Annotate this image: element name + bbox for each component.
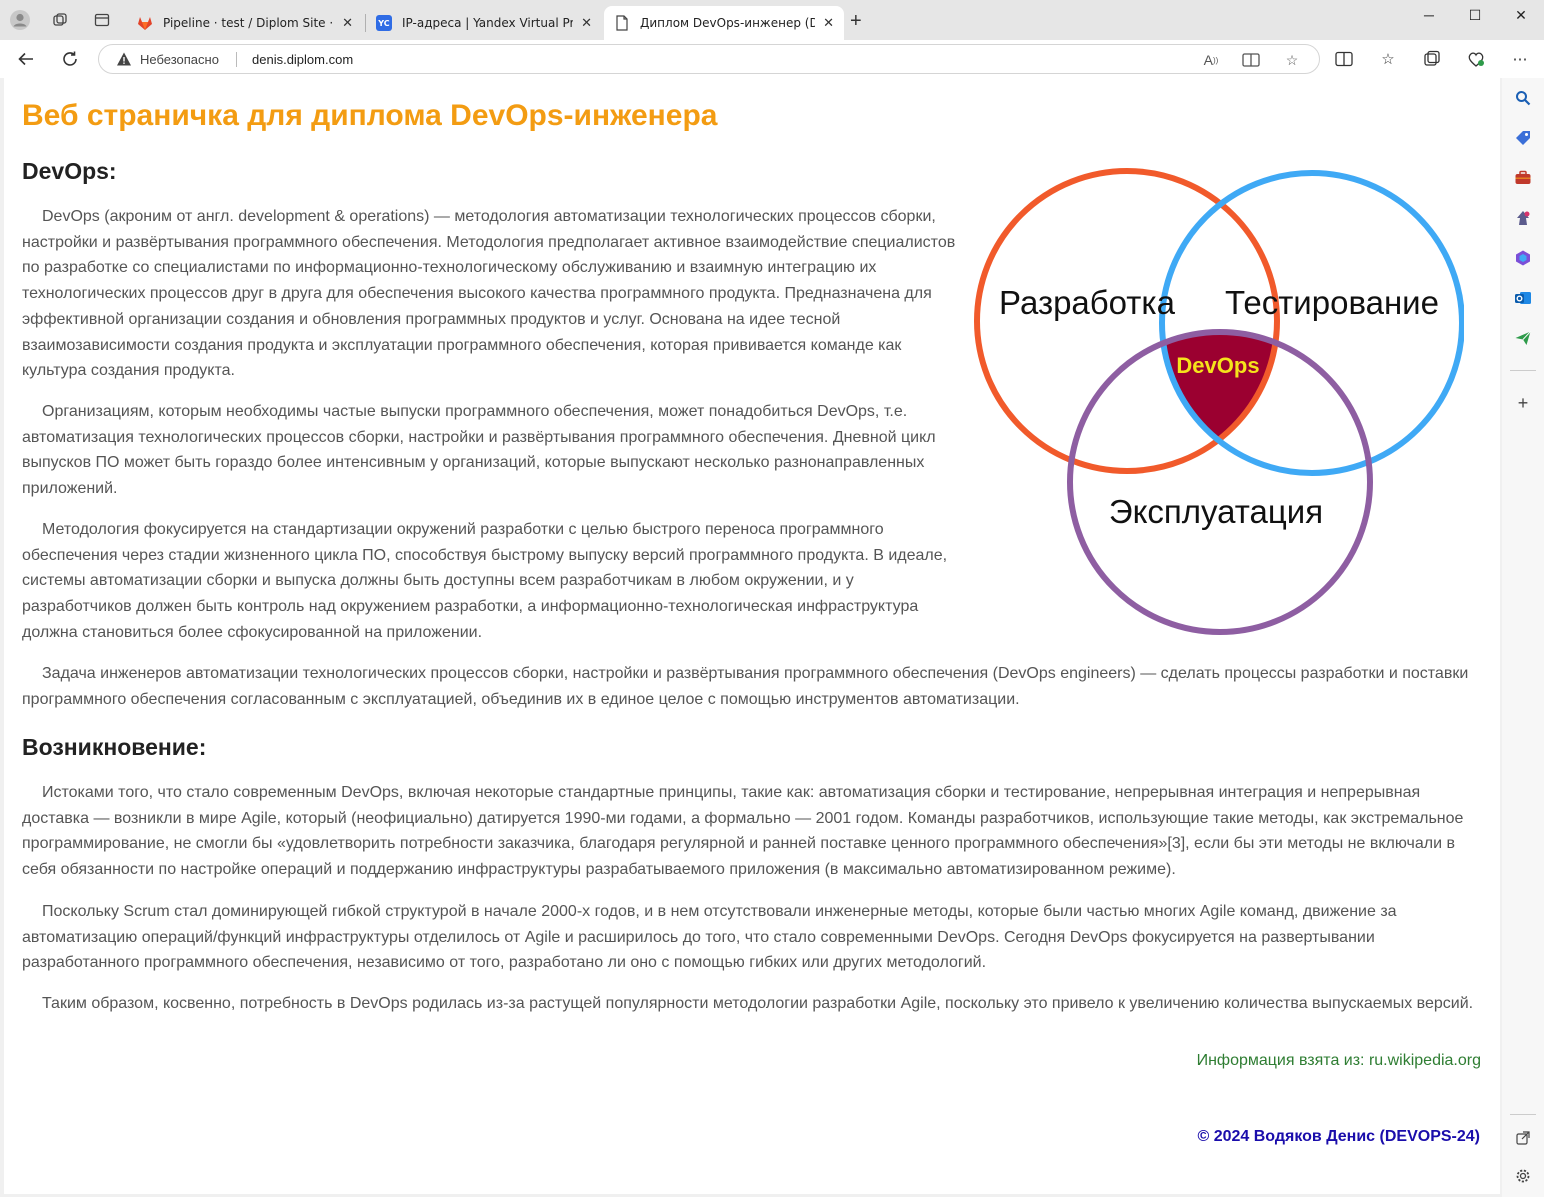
page-content: Веб страничка для диплома DevOps-инженер… — [4, 78, 1500, 1194]
tab-strip: Pipeline · test / Diplom Site · GitLab ✕… — [0, 0, 1544, 40]
testing-circle — [1159, 170, 1464, 476]
close-tab-icon[interactable]: ✕ — [342, 16, 353, 31]
more-menu-icon[interactable]: ⋯ — [1510, 49, 1530, 69]
devops-venn-diagram: Разработка Тестирование Эксплуатация Dev… — [974, 168, 1464, 635]
tools-briefcase-icon[interactable] — [1513, 168, 1533, 188]
immersive-reader-icon[interactable] — [1242, 51, 1260, 69]
microsoft-365-icon[interactable] — [1513, 248, 1533, 268]
favorites-icon[interactable]: ☆ — [1378, 49, 1398, 69]
yandex-cloud-icon: YC — [376, 15, 392, 31]
new-tab-icon[interactable]: + — [850, 10, 862, 33]
venn-label-devops: DevOps — [1176, 353, 1259, 378]
collections-icon[interactable] — [1422, 49, 1442, 69]
search-icon[interactable] — [1513, 88, 1533, 108]
sidebar-divider — [1510, 370, 1536, 371]
tab-gitlab-pipeline[interactable]: Pipeline · test / Diplom Site · GitLab ✕ — [127, 6, 363, 40]
profile-icon[interactable] — [8, 8, 32, 32]
read-aloud-icon[interactable]: A)) — [1202, 51, 1220, 69]
close-window-icon[interactable]: ✕ — [1498, 4, 1544, 26]
maximize-icon[interactable]: ☐ — [1452, 4, 1498, 26]
sidebar-divider — [1510, 1114, 1536, 1115]
source-note: Информация взята из: ru.wikipedia.org — [1196, 1052, 1481, 1069]
venn-label-operations: Эксплуатация — [1109, 493, 1323, 530]
paragraph: Поскольку Scrum стал доминирующей гибкой… — [22, 903, 1397, 972]
development-circle — [974, 168, 1280, 474]
paragraph: Организациям, которым необходимы частые … — [22, 403, 936, 498]
paragraph: Задача инженеров автоматизации технологи… — [22, 665, 1469, 708]
workspaces-icon[interactable] — [48, 8, 72, 32]
favorite-star-icon[interactable]: ☆ — [1283, 51, 1301, 69]
close-tab-icon[interactable]: ✕ — [823, 16, 834, 31]
venn-label-testing: Тестирование — [1225, 284, 1439, 321]
send-icon[interactable] — [1513, 328, 1533, 348]
copyright: © 2024 Водяков Денис (DEVOPS-24) — [1197, 1128, 1480, 1145]
gitlab-icon — [137, 15, 153, 31]
split-screen-icon[interactable] — [1334, 49, 1354, 69]
warning-icon[interactable] — [116, 51, 132, 67]
tab-title: Диплом DevOps-инженер (DEVOPS-24) — [640, 16, 816, 30]
paragraph: Методология фокусируется на стандартизац… — [22, 521, 948, 641]
refresh-icon[interactable] — [58, 47, 82, 71]
paragraph: Истоками того, что стало современным Dev… — [22, 784, 1464, 879]
section-heading-devops: DevOps: — [22, 158, 117, 184]
page-title: Веб страничка для диплома DevOps-инженер… — [22, 99, 718, 132]
address-divider — [236, 52, 237, 67]
tab-yandex-cloud[interactable]: YC IP-адреса | Yandex Virtual Private Cl… — [366, 6, 602, 40]
back-icon[interactable] — [14, 47, 38, 71]
close-tab-icon[interactable]: ✕ — [581, 16, 592, 31]
add-icon[interactable]: + — [1513, 393, 1533, 413]
tab-diplom[interactable]: Диплом DevOps-инженер (DEVOPS-24) ✕ — [604, 6, 844, 40]
settings-gear-icon[interactable] — [1513, 1166, 1533, 1186]
paragraph: DevOps (акроним от англ. development & o… — [22, 208, 956, 380]
browser-essentials-icon[interactable] — [1466, 49, 1486, 69]
outlook-icon[interactable] — [1513, 288, 1533, 308]
open-external-icon[interactable] — [1513, 1128, 1533, 1148]
shopping-tag-icon[interactable] — [1513, 128, 1533, 148]
tab-title: Pipeline · test / Diplom Site · GitLab — [163, 16, 334, 30]
section-heading-origin: Возникновение: — [22, 734, 207, 760]
page-icon — [614, 15, 630, 31]
tab-title: IP-адреса | Yandex Virtual Private Cloud — [402, 16, 574, 30]
venn-label-development: Разработка — [999, 284, 1176, 321]
games-icon[interactable] — [1513, 208, 1533, 228]
url-text[interactable]: denis.diplom.com — [252, 52, 353, 67]
minimize-icon[interactable]: ─ — [1406, 4, 1452, 26]
address-bar[interactable]: Небезопасно denis.diplom.com A)) ☆ — [98, 44, 1320, 74]
navigation-bar: Небезопасно denis.diplom.com A)) ☆ ☆ ⋯ — [0, 40, 1544, 78]
edge-sidebar: + — [1502, 78, 1544, 1197]
tab-actions-icon[interactable] — [90, 8, 114, 32]
paragraph: Таким образом, косвенно, потребность в D… — [42, 995, 1474, 1012]
security-status[interactable]: Небезопасно — [140, 52, 219, 67]
